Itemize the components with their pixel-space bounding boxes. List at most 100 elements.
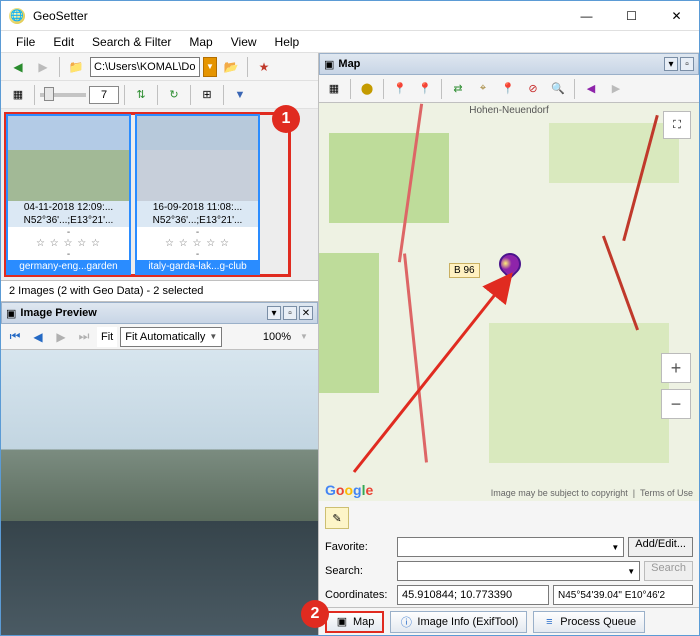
favorites-button[interactable]: ★: [253, 56, 275, 78]
tab-map[interactable]: ▣ Map: [325, 611, 384, 633]
thumbnail-coord: N52°36'...;E13°21'...: [137, 214, 258, 227]
window-title: GeoSetter: [33, 9, 88, 23]
status-line: 2 Images (2 with Geo Data) - 2 selected: [1, 281, 318, 302]
nav-fwd-button[interactable]: ▶: [32, 56, 54, 78]
favorite-label: Favorite:: [325, 541, 393, 553]
map-town-label: Hohen-Neuendorf: [469, 105, 549, 116]
map-panel-max-button[interactable]: ▫: [680, 57, 694, 71]
info-icon: ⓘ: [399, 615, 413, 629]
thumbnail-item[interactable]: 04-11-2018 12:09:... N52°36'...;E13°21'.…: [6, 114, 131, 275]
minimize-button[interactable]: —: [564, 1, 609, 31]
map-view[interactable]: Hohen-Neuendorf B 96 ⛶ + − Google Image: [319, 103, 699, 501]
thumbnail-image: [8, 116, 129, 201]
preview-title: Image Preview: [20, 307, 96, 319]
road-label: B 96: [449, 263, 480, 278]
thumb-size-spin[interactable]: 7: [89, 86, 119, 104]
thumb-toolbar: ▦ 7 ⇅ ↻ ⊞ ▼: [1, 81, 318, 109]
map-pin-red-button[interactable]: 📍: [389, 78, 411, 100]
columns-button[interactable]: ⊞: [196, 84, 218, 106]
thumbnail-rating[interactable]: ☆ ☆ ☆ ☆ ☆: [8, 238, 129, 249]
map-icon: ▣: [324, 58, 334, 71]
maximize-button[interactable]: ☐: [609, 1, 654, 31]
map-layers-button[interactable]: ▦: [323, 78, 345, 100]
thumbnail-pane[interactable]: 1 04-11-2018 12:09:... N52°36'...;E13°21…: [1, 109, 318, 281]
search-button[interactable]: Search: [644, 561, 693, 581]
folder-up-button[interactable]: 📁: [65, 56, 87, 78]
map-track-button[interactable]: ⌖: [472, 78, 494, 100]
map-toolbar: ▦ ⬤ 📍 📍 ⇄ ⌖ 📍 ⊘ 🔍 ◀ ▶: [319, 75, 699, 103]
thumbnail-date: 04-11-2018 12:09:...: [8, 201, 129, 214]
thumb-size-slider[interactable]: [40, 93, 86, 97]
preview-last-button[interactable]: ⏭: [74, 328, 94, 346]
thumbnail-rating[interactable]: ☆ ☆ ☆ ☆ ☆: [137, 238, 258, 249]
map-clear-button[interactable]: ⊘: [522, 78, 544, 100]
map-link-button[interactable]: ⇄: [447, 78, 469, 100]
titlebar: 🌐 GeoSetter — ☐ ✕: [1, 1, 699, 31]
coordinates-input[interactable]: [397, 585, 549, 605]
panel-close-button[interactable]: ✕: [299, 306, 313, 320]
preview-panel-header[interactable]: ▣ Image Preview ▾ ▫ ✕: [1, 302, 318, 324]
fit-mode-combo[interactable]: Fit Automatically▼: [120, 327, 222, 347]
map-nav-next-button[interactable]: ▶: [605, 78, 627, 100]
panel-max-button[interactable]: ▫: [283, 306, 297, 320]
preview-first-button[interactable]: ⏮: [5, 328, 25, 346]
image-icon: ▣: [6, 307, 16, 320]
filter-button[interactable]: ▼: [229, 84, 251, 106]
thumbnail-item[interactable]: 16-09-2018 11:08:... N52°36'...;E13°21'.…: [135, 114, 260, 275]
search-label: Search:: [325, 565, 393, 577]
menu-map[interactable]: Map: [180, 33, 221, 51]
map-title: Map: [338, 58, 360, 70]
tab-process-queue[interactable]: ≡ Process Queue: [533, 611, 645, 633]
bottom-tabs: 2 ▣ Map ⓘ Image Info (ExifTool) ≡ Proces…: [319, 607, 699, 635]
sync-gps-button[interactable]: ⇅: [130, 84, 152, 106]
coordinates-dms[interactable]: [553, 585, 693, 605]
thumb-view-button[interactable]: ▦: [7, 84, 29, 106]
search-location-input[interactable]: ▼: [397, 561, 640, 581]
zoom-label: 100%: [263, 331, 291, 343]
menu-edit[interactable]: Edit: [44, 33, 83, 51]
thumbnail-date: 16-09-2018 11:08:...: [137, 201, 258, 214]
fit-label: Fit: [97, 327, 117, 347]
panel-menu-button[interactable]: ▾: [267, 306, 281, 320]
menu-file[interactable]: File: [7, 33, 44, 51]
add-edit-favorites-button[interactable]: Add/Edit...: [628, 537, 693, 557]
coord-label: Coordinates:: [325, 589, 393, 601]
thumbnail-filename: italy-garda-lak...g-club: [137, 260, 258, 273]
refresh-button[interactable]: ↻: [163, 84, 185, 106]
open-folder-button[interactable]: 📂: [220, 56, 242, 78]
thumbnail-image: [137, 116, 258, 201]
nav-back-button[interactable]: ◀: [7, 56, 29, 78]
map-pin[interactable]: [494, 248, 525, 279]
map-icon: ▣: [335, 615, 349, 629]
menu-search-filter[interactable]: Search & Filter: [83, 33, 180, 51]
map-marker-yellow-button[interactable]: ⬤: [356, 78, 378, 100]
preview-next-button[interactable]: ▶: [51, 328, 71, 346]
app-icon: 🌐: [9, 8, 25, 24]
callout-2: 2: [301, 600, 329, 628]
tab-image-info[interactable]: ⓘ Image Info (ExifTool): [390, 611, 527, 633]
map-zoom-in-button[interactable]: +: [661, 353, 691, 383]
map-fullscreen-button[interactable]: ⛶: [663, 111, 691, 139]
map-panel-header[interactable]: ▣ Map ▾ ▫: [319, 53, 699, 75]
edit-location-button[interactable]: ✎: [325, 507, 349, 529]
preview-image[interactable]: [1, 350, 318, 635]
preview-prev-button[interactable]: ◀: [28, 328, 48, 346]
map-nav-prev-button[interactable]: ◀: [580, 78, 602, 100]
path-dropdown-button[interactable]: ▼: [203, 57, 217, 77]
path-toolbar: ◀ ▶ 📁 ▼ 📂 ★: [1, 53, 318, 81]
menu-help[interactable]: Help: [266, 33, 309, 51]
map-zoom-out-button[interactable]: −: [661, 389, 691, 419]
map-zoomfit-button[interactable]: 🔍: [547, 78, 569, 100]
map-form: ✎ Favorite: ▼ Add/Edit... Search: ▼ Sear…: [319, 501, 699, 607]
favorite-combo[interactable]: ▼: [397, 537, 624, 557]
map-pin-add-button[interactable]: 📍: [414, 78, 436, 100]
preview-toolbar: ⏮ ◀ ▶ ⏭ Fit Fit Automatically▼ 100% ▼: [1, 324, 318, 350]
close-button[interactable]: ✕: [654, 1, 699, 31]
zoom-dropdown[interactable]: ▼: [294, 328, 314, 346]
path-input[interactable]: [90, 57, 200, 77]
thumbnail-coord: N52°36'...;E13°21'...: [8, 214, 129, 227]
menu-view[interactable]: View: [222, 33, 266, 51]
menubar: File Edit Search & Filter Map View Help: [1, 31, 699, 53]
map-pin-blue-button[interactable]: 📍: [497, 78, 519, 100]
map-panel-menu-button[interactable]: ▾: [664, 57, 678, 71]
